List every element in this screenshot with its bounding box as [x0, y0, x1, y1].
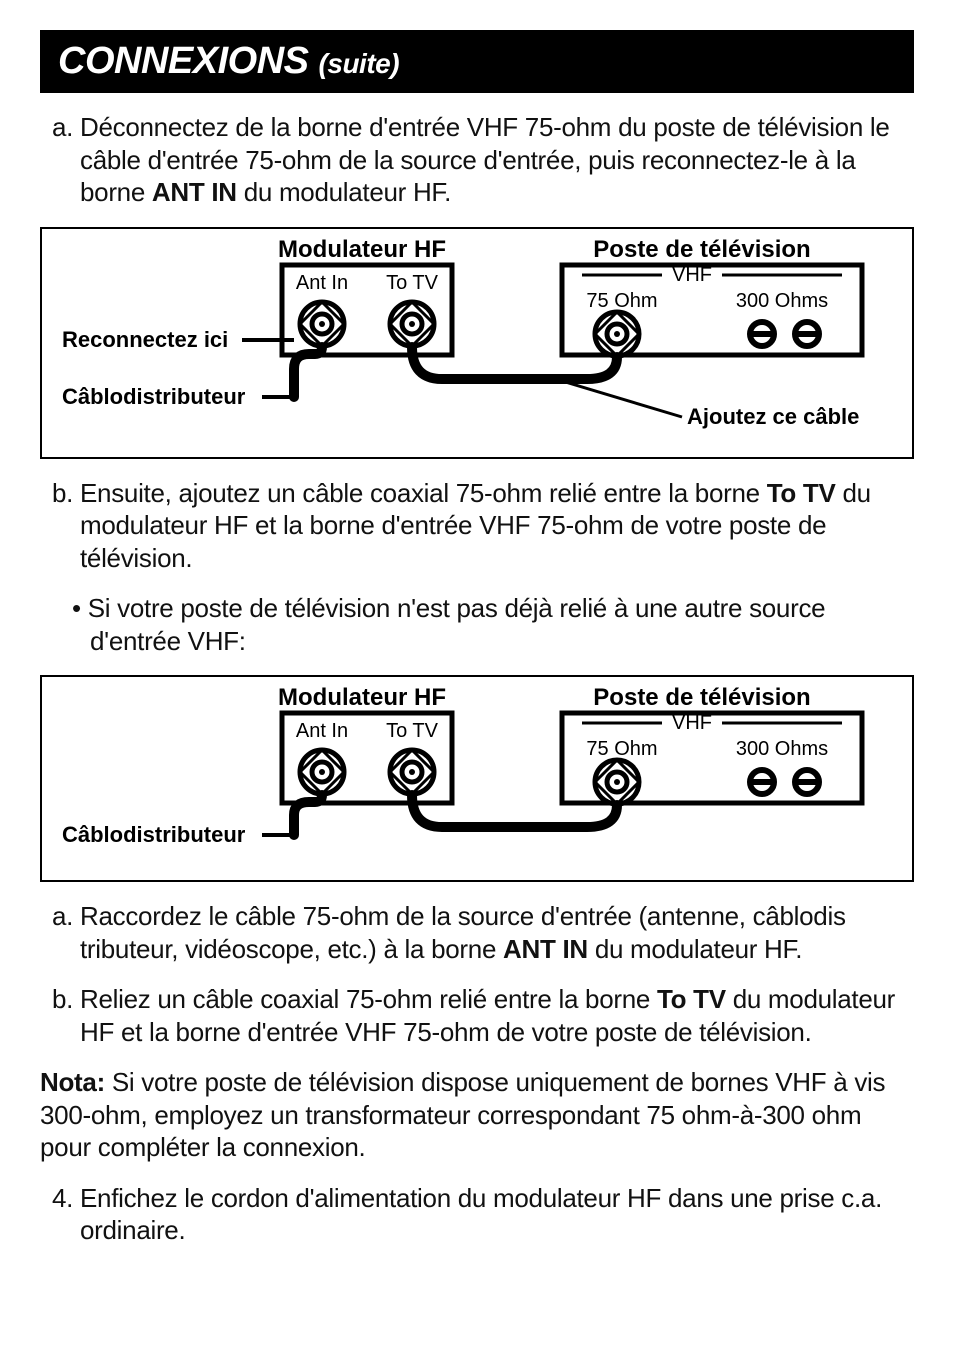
step-4: 4. Enfichez le cordon d'alimentation du … [40, 1182, 914, 1247]
step-a1-bold: ANT IN [152, 177, 237, 207]
label-tv-2: Poste de télévision [593, 687, 810, 711]
title-main: CONNEXIONS [58, 40, 308, 82]
step-b2-text: b. Reliez un câble coaxial 75-ohm relié … [52, 984, 657, 1014]
label-vhf: VHF [672, 264, 712, 286]
title-sub: (suite) [319, 48, 400, 79]
label-to-tv-2: To TV [386, 720, 439, 742]
label-cable-co: Câblodistributeur [62, 384, 246, 409]
label-tv: Poste de télévision [593, 239, 810, 263]
label-to-tv: To TV [386, 272, 439, 294]
label-modulator-2: Modulateur HF [278, 687, 446, 711]
label-300ohm-2: 300 Ohms [736, 738, 828, 760]
nota: Nota: Si votre poste de télévision dispo… [40, 1066, 914, 1164]
coax-port-icon [300, 302, 344, 346]
step-b2: b. Reliez un câble coaxial 75-ohm relié … [40, 983, 914, 1048]
label-cable-co-2: Câblodistributeur [62, 822, 246, 847]
coax-port-icon [300, 750, 344, 794]
step-a2-bold: ANT IN [503, 934, 588, 964]
label-ant-in-2: Ant In [296, 720, 348, 742]
label-300ohm: 300 Ohms [736, 290, 828, 312]
label-modulator: Modulateur HF [278, 239, 446, 263]
diagram-2-svg: Câblodistributeur Modulateur HF Ant In T… [60, 687, 894, 852]
step-a2: a. Raccordez le câble 75-ohm de la sourc… [40, 900, 914, 965]
diagram-1: Reconnectez ici Câblodistributeur Modula… [40, 227, 914, 459]
step-a1-post: du modulateur HF. [237, 177, 451, 207]
step-b2-bold: To TV [657, 984, 726, 1014]
coax-port-icon [595, 760, 639, 804]
bullet-1: • Si votre poste de télévision n'est pas… [40, 592, 914, 657]
coax-port-icon [390, 750, 434, 794]
label-add-cable: Ajoutez ce câble [687, 404, 859, 429]
diagram-2: Câblodistributeur Modulateur HF Ant In T… [40, 675, 914, 882]
nota-text: Si votre poste de télévision dispose uni… [40, 1067, 885, 1162]
label-75ohm-2: 75 Ohm [586, 738, 657, 760]
step-b1: b. Ensuite, ajoutez un câble coaxial 75-… [40, 477, 914, 575]
label-ant-in: Ant In [296, 272, 348, 294]
diagram-1-svg: Reconnectez ici Câblodistributeur Modula… [60, 239, 894, 429]
label-75ohm: 75 Ohm [586, 290, 657, 312]
step-a1: a. Déconnectez de la borne d'entrée VHF … [40, 111, 914, 209]
step-a2-post: du modulateur HF. [588, 934, 802, 964]
label-vhf-2: VHF [672, 712, 712, 734]
step-b1-text: b. Ensuite, ajoutez un câble coaxial 75-… [52, 478, 767, 508]
nota-bold: Nota: [40, 1067, 105, 1097]
section-title: CONNEXIONS (suite) [40, 30, 914, 93]
coax-port-icon [595, 312, 639, 356]
coax-port-icon [390, 302, 434, 346]
step-b1-bold: To TV [767, 478, 836, 508]
label-reconnect: Reconnectez ici [62, 327, 228, 352]
